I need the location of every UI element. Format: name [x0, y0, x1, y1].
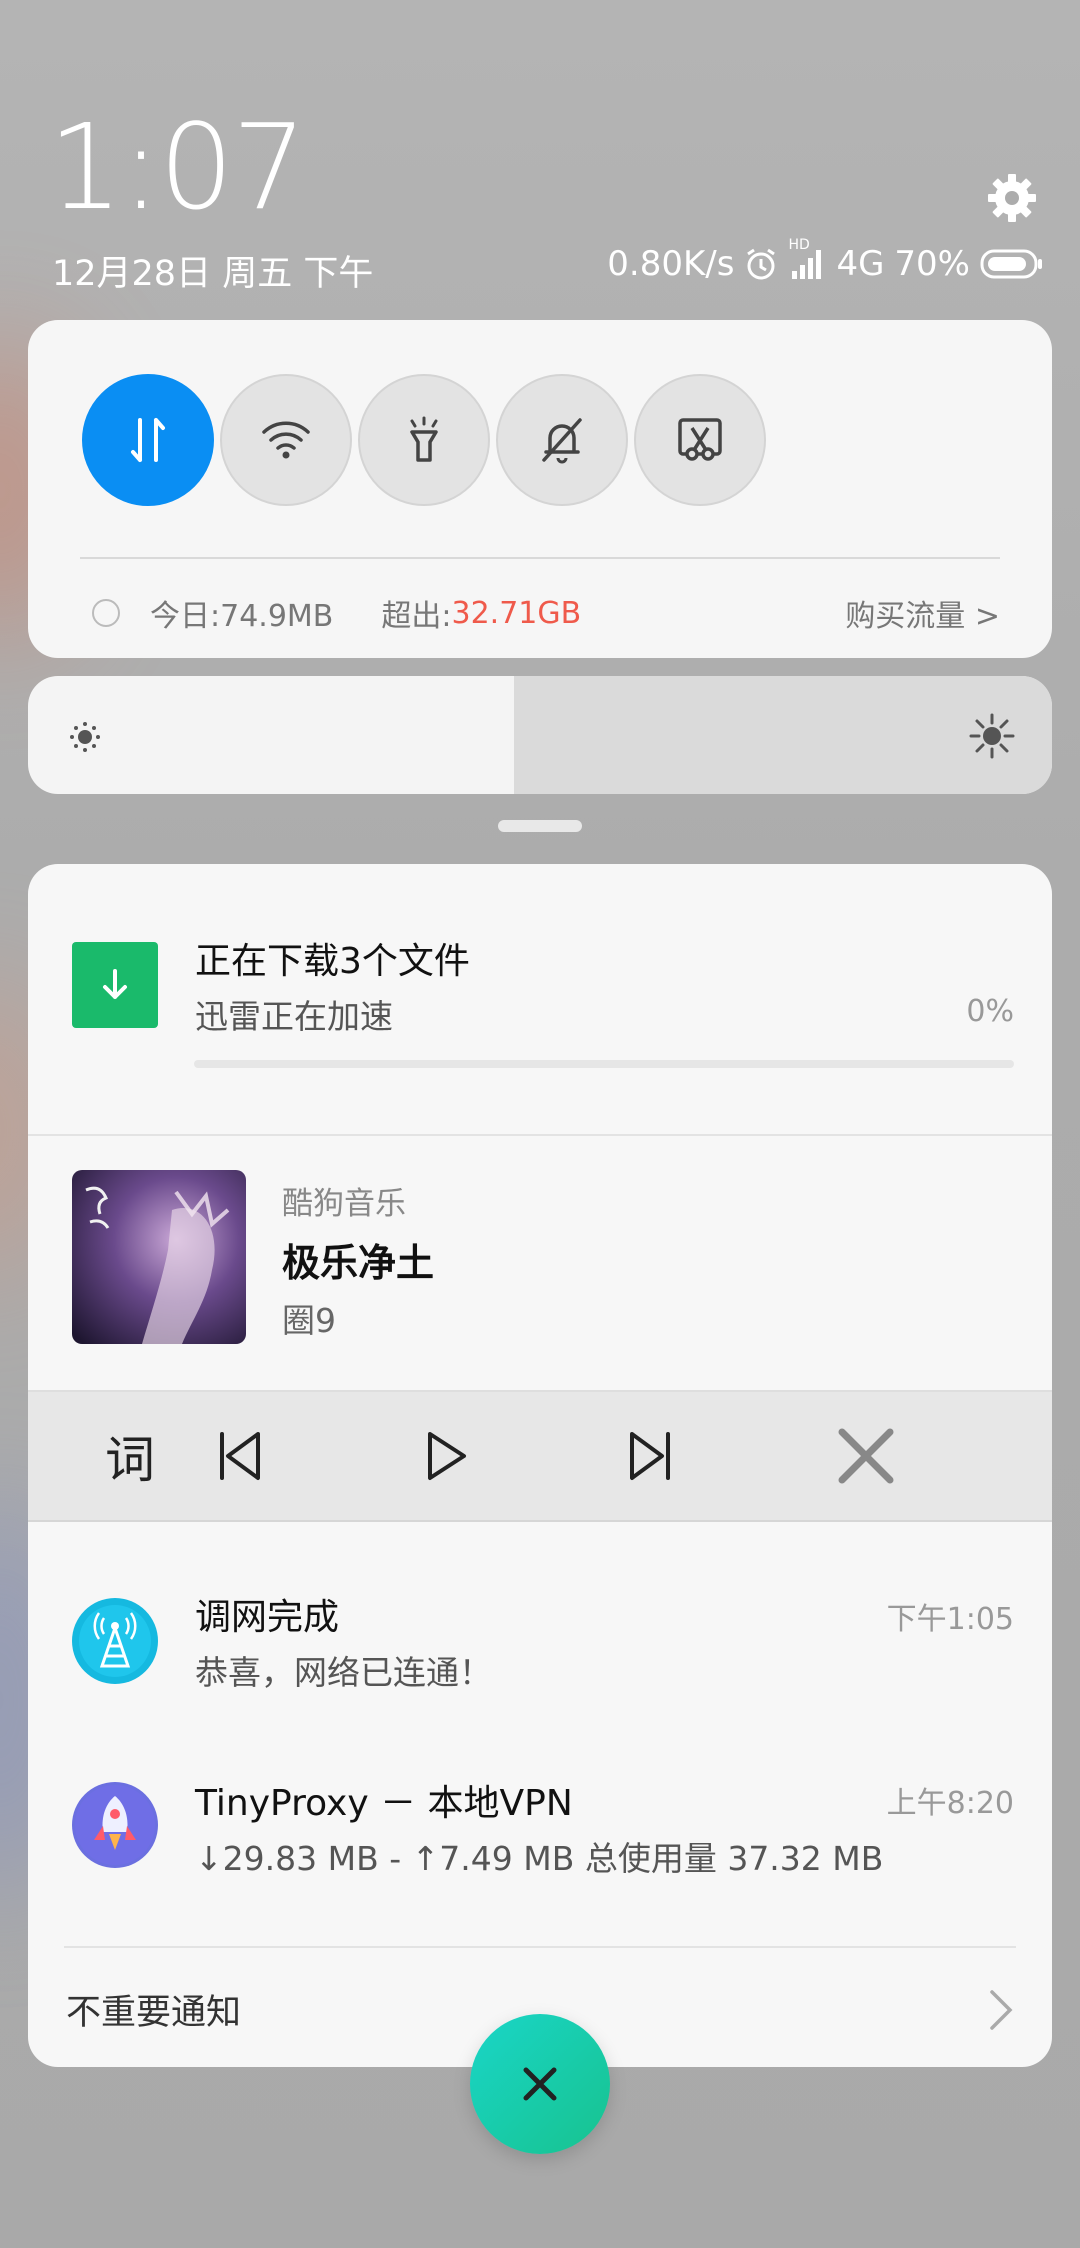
quick-settings-panel: 今日:74.9MB 超出: 32.71GB 购买流量 > — [28, 320, 1052, 658]
network-type: 4G — [836, 244, 885, 284]
vpn-subtitle: ↓29.83 MB - ↑7.49 MB 总使用量 37.32 MB — [195, 1839, 884, 1878]
scissors-icon — [678, 418, 722, 461]
rocket-icon — [72, 1782, 158, 1868]
album-art — [72, 1170, 246, 1344]
brightness-high-icon — [969, 713, 1015, 759]
clock-time: 1:07 — [48, 98, 307, 236]
wifi-toggle[interactable] — [220, 374, 352, 506]
download-progress-bar — [194, 1060, 1014, 1068]
divider — [28, 1134, 1052, 1136]
date-label: 12月28日 周五 下午 — [52, 254, 374, 294]
settings-gear-icon[interactable] — [986, 172, 1038, 224]
mobile-data-toggle[interactable] — [82, 374, 214, 506]
music-controls: 词 — [28, 1390, 1052, 1522]
mute-toggle[interactable] — [496, 374, 628, 506]
download-title: 正在下载3个文件 — [195, 941, 470, 982]
wifi-icon — [262, 421, 310, 459]
song-artist: 圈9 — [282, 1301, 336, 1340]
flashlight-icon — [410, 416, 438, 462]
vpn-time: 上午8:20 — [886, 1786, 1014, 1821]
network-title: 调网完成 — [195, 1597, 340, 1638]
brightness-low-icon — [70, 722, 100, 752]
alarm-icon — [744, 247, 778, 281]
network-subtitle: 恭喜，网络已连通！ — [195, 1653, 492, 1692]
chevron-right-icon[interactable] — [988, 1988, 1014, 2032]
vpn-title: TinyProxy － 本地VPN — [195, 1783, 573, 1824]
next-icon[interactable] — [618, 1424, 682, 1488]
signal-icon: HD — [788, 237, 826, 281]
play-icon[interactable] — [414, 1424, 478, 1488]
close-icon[interactable] — [834, 1424, 898, 1488]
battery-icon — [980, 249, 1044, 279]
bell-off-icon — [542, 418, 582, 464]
unimportant-notifications-link[interactable]: 不重要通知 — [66, 1984, 241, 2035]
network-tower-icon — [72, 1598, 158, 1684]
previous-icon[interactable] — [208, 1424, 272, 1488]
divider — [64, 1946, 1016, 1948]
status-bar: 0.80K/s HD 4G 70% — [607, 237, 1044, 284]
divider — [80, 557, 1000, 559]
network-time: 下午1:05 — [886, 1602, 1014, 1637]
download-subtitle: 迅雷正在加速 — [195, 997, 393, 1036]
over-label: 超出: — [381, 599, 452, 634]
over-value: 32.71GB — [451, 595, 582, 631]
hd-label: HD — [788, 237, 810, 253]
data-usage-row: 今日:74.9MB 超出: 32.71GB 购买流量 > — [92, 588, 1000, 638]
lyrics-button[interactable]: 词 — [98, 1424, 162, 1489]
brightness-slider[interactable] — [28, 676, 1052, 794]
today-usage: 今日:74.9MB — [150, 599, 334, 634]
data-usage-ring-icon — [92, 599, 120, 627]
song-title: 极乐净土 — [282, 1241, 435, 1285]
buy-data-link[interactable]: 购买流量 > — [845, 591, 1000, 635]
clear-all-button[interactable] — [470, 2014, 610, 2154]
flashlight-toggle[interactable] — [358, 374, 490, 506]
screenshot-toggle[interactable] — [634, 374, 766, 506]
download-icon — [72, 942, 158, 1028]
close-icon — [523, 2067, 557, 2101]
download-percent: 0% — [966, 994, 1014, 1029]
data-arrows-icon — [131, 418, 165, 462]
network-speed: 0.80K/s — [607, 244, 735, 284]
drag-handle[interactable] — [498, 820, 582, 832]
battery-percent: 70% — [894, 244, 970, 284]
notification-list: 正在下载3个文件 迅雷正在加速 0% 酷狗音乐 极乐净土 圈9 词 调网完成 恭… — [28, 864, 1052, 2067]
music-app-name: 酷狗音乐 — [282, 1186, 406, 1222]
